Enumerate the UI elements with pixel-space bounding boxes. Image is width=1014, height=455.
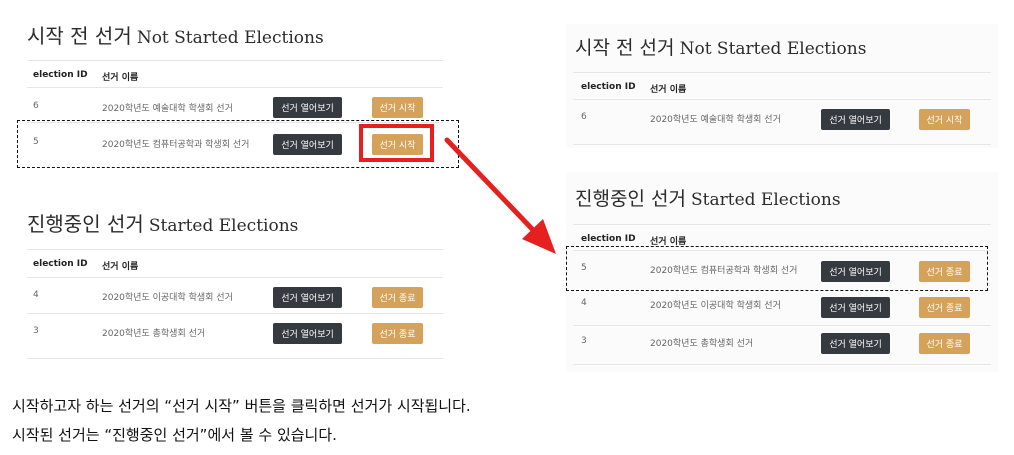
right-started-title-ko: 진행중인 선거 <box>575 188 686 210</box>
open-election-button[interactable]: 선거 열어보기 <box>821 109 890 130</box>
highlight-dashed-box <box>566 246 988 291</box>
caption-line-1: 시작하고자 하는 선거의 “선거 시작” 버튼을 클릭하면 선거가 시작됩니다. <box>12 397 471 415</box>
right-not-started-title-ko: 시작 전 선거 <box>575 37 675 59</box>
right-ns-col-name: 선거 이름 <box>650 85 687 95</box>
end-election-button[interactable]: 선거 종료 <box>919 297 970 318</box>
divider <box>573 224 991 225</box>
divider <box>573 144 991 145</box>
election-id-cell: 3 <box>581 336 587 346</box>
right-st-col-id: election ID <box>581 234 636 244</box>
election-id-cell: 4 <box>581 298 587 308</box>
election-name-cell: 2020학년도 총학생회 선거 <box>650 339 754 349</box>
right-not-started-title-en: Not Started Elections <box>679 39 867 59</box>
right-started-title-en: Started Elections <box>691 190 841 210</box>
divider <box>573 72 991 73</box>
caption-line-2: 시작된 선거는 “진행중인 선거”에서 볼 수 있습니다. <box>12 426 337 444</box>
right-started-title: 진행중인 선거 Started Elections <box>575 184 841 211</box>
divider <box>573 325 991 326</box>
divider <box>573 364 991 365</box>
open-election-button[interactable]: 선거 열어보기 <box>821 333 890 354</box>
start-election-button[interactable]: 선거 시작 <box>919 109 970 130</box>
right-not-started-title: 시작 전 선거 Not Started Elections <box>575 33 866 60</box>
election-name-cell: 2020학년도 예술대학 학생회 선거 <box>650 115 781 125</box>
election-name-cell: 2020학년도 이공대학 학생회 선거 <box>650 301 781 311</box>
right-ns-col-id: election ID <box>581 82 636 92</box>
end-election-button[interactable]: 선거 종료 <box>919 333 970 354</box>
open-election-button[interactable]: 선거 열어보기 <box>821 297 890 318</box>
divider <box>573 99 991 100</box>
election-id-cell: 6 <box>581 112 587 122</box>
